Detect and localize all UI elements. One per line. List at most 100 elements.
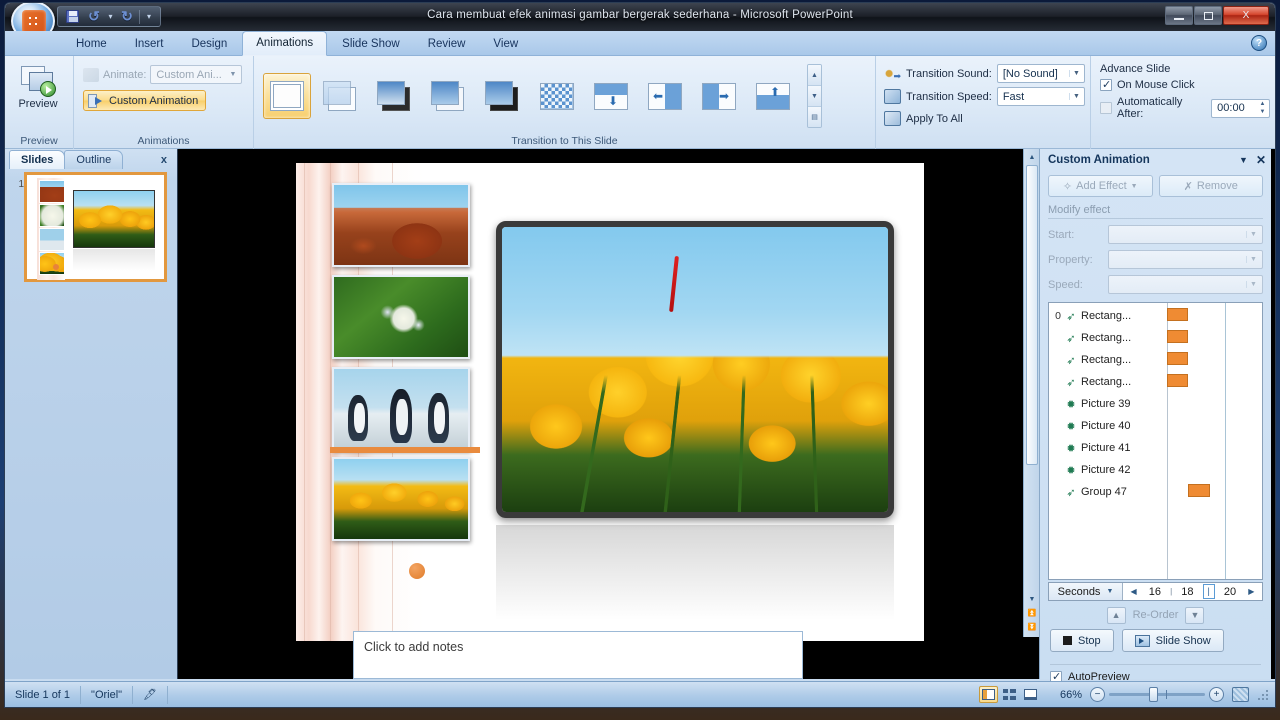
tab-review[interactable]: Review xyxy=(415,33,479,56)
theme-indicator[interactable]: "Oriel" xyxy=(81,685,134,704)
effects-timeline[interactable] xyxy=(1167,303,1262,579)
task-pane-menu-icon[interactable]: ▼ xyxy=(1239,155,1248,165)
spellcheck-indicator[interactable]: 🖋 xyxy=(133,685,169,704)
tab-insert[interactable]: Insert xyxy=(122,33,177,56)
timeline-bar[interactable] xyxy=(1167,374,1188,387)
scroll-up-icon[interactable]: ▲ xyxy=(1026,151,1038,163)
on-mouse-click-checkbox[interactable] xyxy=(1100,78,1112,91)
scroll-down-icon[interactable]: ▼ xyxy=(1026,593,1038,605)
minimize-button[interactable] xyxy=(1165,6,1193,25)
list-item[interactable]: ✹ Picture 41 xyxy=(1049,437,1167,459)
gallery-more-icon[interactable]: ▤ xyxy=(808,107,821,127)
zoom-level[interactable]: 66% xyxy=(1048,689,1082,701)
zoom-in-button[interactable]: + xyxy=(1209,687,1224,702)
timeline-bar[interactable] xyxy=(1167,330,1188,343)
timeline-next-icon[interactable]: ▶ xyxy=(1245,587,1257,596)
slide-photo-tulips[interactable] xyxy=(332,457,470,541)
next-slide-icon[interactable]: ⏬ xyxy=(1026,621,1038,633)
list-item[interactable]: 0 ➶ Rectang... xyxy=(1049,305,1167,327)
transition-wipe-up[interactable]: ⬆ xyxy=(749,73,797,119)
list-item[interactable]: ➶ Rectang... xyxy=(1049,349,1167,371)
on-mouse-click-row[interactable]: On Mouse Click xyxy=(1100,78,1270,91)
slide-count-indicator[interactable]: Slide 1 of 1 xyxy=(5,685,82,704)
slide-orange-dot[interactable] xyxy=(409,563,425,579)
task-pane-close-icon[interactable]: ✕ xyxy=(1256,153,1266,167)
slide-sorter-view-button[interactable] xyxy=(1000,686,1019,703)
transition-cut-through-black[interactable] xyxy=(479,73,527,119)
transition-sound-dropdown[interactable]: [No Sound] ▼ xyxy=(996,64,1085,83)
close-slides-pane-icon[interactable]: x xyxy=(161,154,167,166)
help-icon[interactable]: ? xyxy=(1251,35,1267,51)
remove-effect-button[interactable]: ✗ Remove xyxy=(1158,175,1263,197)
notes-pane[interactable]: Click to add notes xyxy=(353,631,803,679)
tab-slides[interactable]: Slides xyxy=(9,150,66,169)
transition-cut[interactable] xyxy=(425,73,473,119)
list-item[interactable]: ➶ Rectang... xyxy=(1049,371,1167,393)
transition-fade-through-black[interactable] xyxy=(371,73,419,119)
zoom-slider[interactable]: − + xyxy=(1090,687,1224,702)
speed-dropdown[interactable]: ▼ xyxy=(1108,275,1263,294)
list-item[interactable]: ➶ Rectang... xyxy=(1049,327,1167,349)
stepper-up-icon[interactable]: ▲ xyxy=(1256,100,1269,109)
fit-to-window-button[interactable] xyxy=(1232,687,1249,702)
timeline-bar[interactable] xyxy=(1167,352,1188,365)
slide-vertical-scrollbar[interactable]: ▲ ▼ ⏫ ⏬ xyxy=(1023,149,1039,637)
transition-speed-dropdown[interactable]: Fast ▼ xyxy=(996,87,1085,106)
timeline-bar[interactable] xyxy=(1167,308,1188,321)
list-item[interactable]: ✹ Picture 42 xyxy=(1049,459,1167,481)
timeline-scale[interactable]: Seconds ▼ ◀ 16 | 18 | 20 ▶ xyxy=(1048,582,1263,601)
stop-button[interactable]: Stop xyxy=(1050,629,1114,652)
tab-slide-show[interactable]: Slide Show xyxy=(329,33,413,56)
property-dropdown[interactable]: ▼ xyxy=(1108,250,1263,269)
automatically-after-row[interactable]: Automatically After: 00:00 ▲ ▼ xyxy=(1100,96,1270,120)
zoom-track[interactable] xyxy=(1109,687,1205,702)
close-button[interactable]: X xyxy=(1223,6,1269,25)
scrollbar-thumb[interactable] xyxy=(1026,165,1038,465)
previous-slide-icon[interactable]: ⏫ xyxy=(1026,607,1038,619)
reorder-up-button[interactable]: ▲ xyxy=(1106,606,1126,624)
list-item[interactable]: ➶ Group 47 xyxy=(1049,481,1167,503)
stepper-buttons[interactable]: ▲ ▼ xyxy=(1256,100,1269,117)
slide-edit-area[interactable]: ▲ ▼ ⏫ ⏬ Click to add notes xyxy=(179,149,1039,679)
gallery-scroll-down-icon[interactable]: ▼ xyxy=(808,86,821,107)
tab-outline[interactable]: Outline xyxy=(64,150,124,169)
transition-gallery-scrollbar[interactable]: ▲ ▼ ▤ xyxy=(807,64,822,128)
animation-effects-list[interactable]: 0 ➶ Rectang... ➶ Rectang... ➶ Rectang...… xyxy=(1048,302,1263,580)
custom-animation-button[interactable]: Custom Animation xyxy=(83,90,207,111)
list-item[interactable]: ✹ Picture 39 xyxy=(1049,393,1167,415)
preview-button[interactable]: Preview xyxy=(10,60,66,110)
zoom-out-button[interactable]: − xyxy=(1090,687,1105,702)
automatically-after-stepper[interactable]: 00:00 ▲ ▼ xyxy=(1211,98,1270,118)
timeline-bar[interactable] xyxy=(1188,484,1210,497)
normal-view-button[interactable] xyxy=(979,686,998,703)
gallery-scroll-up-icon[interactable]: ▲ xyxy=(808,65,821,86)
maximize-button[interactable] xyxy=(1194,6,1222,25)
slide-canvas[interactable] xyxy=(296,163,924,641)
window-resize-grip[interactable] xyxy=(1257,687,1271,702)
animate-dropdown[interactable]: Custom Ani... ▼ xyxy=(150,65,243,84)
slide-show-button[interactable]: Slide Show xyxy=(1121,629,1224,652)
slide-photo-penguins[interactable] xyxy=(332,367,470,451)
slide-thumbnail-1[interactable] xyxy=(24,172,167,282)
transition-wipe-down[interactable]: ⬇ xyxy=(587,73,635,119)
slide-photo-desert[interactable] xyxy=(332,183,470,267)
tab-design[interactable]: Design xyxy=(178,33,240,56)
timeline-prev-icon[interactable]: ◀ xyxy=(1128,587,1140,596)
apply-to-all-button[interactable]: Apply To All xyxy=(884,111,1085,126)
transition-dissolve[interactable] xyxy=(533,73,581,119)
zoom-thumb[interactable] xyxy=(1149,687,1158,702)
list-item[interactable]: ✹ Picture 40 xyxy=(1049,415,1167,437)
transition-wipe-right[interactable]: ➡ xyxy=(695,73,743,119)
add-effect-button[interactable]: ✧ Add Effect ▼ xyxy=(1048,175,1153,197)
timeline-unit-dropdown[interactable]: Seconds ▼ xyxy=(1049,583,1123,600)
slide-photo-flower[interactable] xyxy=(332,275,470,359)
transition-wipe-left[interactable]: ⬅ xyxy=(641,73,689,119)
tab-view[interactable]: View xyxy=(480,33,531,56)
automatically-after-checkbox[interactable] xyxy=(1100,102,1112,114)
tab-animations[interactable]: Animations xyxy=(242,31,328,56)
transition-fade-smoothly[interactable] xyxy=(317,73,365,119)
stepper-down-icon[interactable]: ▼ xyxy=(1256,108,1269,117)
slide-main-photo[interactable] xyxy=(496,221,894,518)
start-dropdown[interactable]: ▼ xyxy=(1108,225,1263,244)
tab-home[interactable]: Home xyxy=(63,33,120,56)
